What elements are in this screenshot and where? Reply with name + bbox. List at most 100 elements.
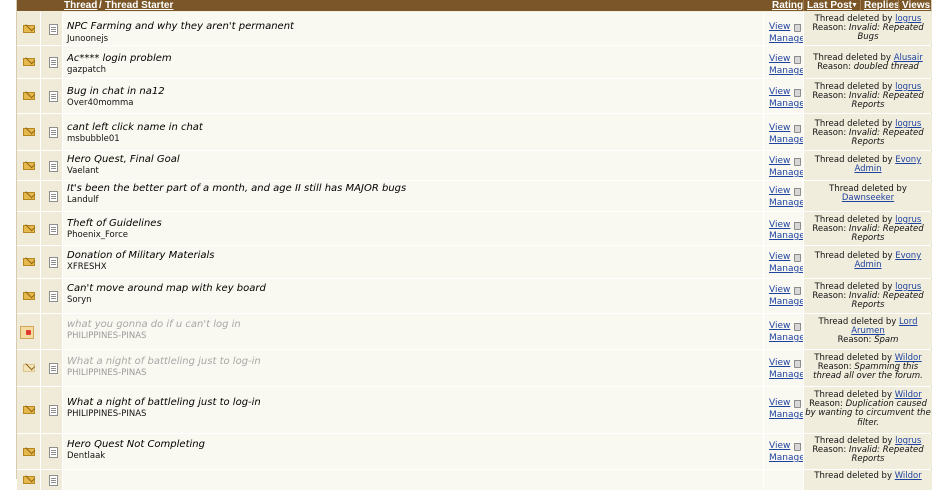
view-link[interactable]: View (769, 22, 790, 32)
thread-starter-name[interactable]: PHILIPPINES-PINAS (67, 368, 146, 378)
thread-cell: Can't move around map with key board Sory… (62, 279, 764, 313)
view-link[interactable]: View (769, 87, 790, 97)
deleted-by-label: Thread deleted by (814, 471, 895, 481)
reason-text: Invalid: Repeated Reports (848, 128, 924, 148)
thread-starter-name[interactable]: Junoonejs (67, 34, 108, 44)
manage-link[interactable]: Manage (769, 135, 805, 145)
manage-link[interactable]: Manage (769, 333, 805, 343)
manage-link[interactable]: Manage (769, 297, 805, 307)
trash-icon[interactable] (794, 360, 801, 368)
thread-starter-name[interactable]: Landulf (67, 195, 98, 205)
table-row: Hero Quest Not Completing Dentlaak View Man… (17, 434, 932, 470)
document-icon (49, 91, 58, 102)
trash-icon[interactable] (794, 400, 801, 408)
view-link[interactable]: View (769, 156, 790, 166)
actions-cell: View Manage (763, 46, 805, 78)
sort-by-last-post-link[interactable]: Last Post (807, 0, 852, 11)
trash-icon[interactable] (794, 287, 801, 295)
thread-title-link[interactable]: Ac**** login problem (67, 53, 172, 64)
view-link[interactable]: View (769, 252, 790, 262)
sort-by-replies-link[interactable]: Replies (864, 0, 900, 11)
post-icon-cell (40, 434, 63, 469)
thread-title-link[interactable]: Bug in chat in na12 (67, 86, 165, 97)
trash-icon[interactable] (794, 24, 801, 32)
manage-link[interactable]: Manage (769, 453, 805, 463)
document-icon (49, 447, 58, 458)
thread-title-link[interactable]: Can't move around map with key board (67, 283, 266, 294)
thread-cell: Donation of Military Materials XFRESHX (62, 246, 764, 278)
manage-link[interactable]: Manage (769, 410, 805, 420)
view-link[interactable]: View (769, 186, 790, 196)
thread-starter-name[interactable]: Dentlaak (67, 451, 105, 461)
document-icon (49, 405, 58, 416)
thread-title-link[interactable]: What a night of battleling just to log-i… (67, 356, 261, 367)
thread-title-link[interactable]: what you gonna do if u can't log in (67, 319, 241, 330)
sort-by-thread-link[interactable]: Thread (64, 0, 97, 11)
deleted-by-user-link[interactable]: Wildor (895, 471, 922, 481)
thread-starter-name[interactable]: gazpatch (67, 65, 106, 75)
manage-link[interactable]: Manage (769, 231, 805, 241)
reason-text: Invalid: Repeated Bugs (848, 23, 924, 43)
document-icon (49, 363, 58, 374)
trash-icon[interactable] (794, 222, 801, 230)
envelope-icon (23, 476, 35, 484)
thread-cell: What a night of battleling just to log-i… (62, 350, 764, 386)
thread-cell: cant left click name in chat msbubble01 (62, 114, 764, 150)
manage-link[interactable]: Manage (769, 370, 805, 380)
thread-title-link[interactable]: Hero Quest, Final Goal (67, 154, 180, 165)
view-link[interactable]: View (769, 285, 790, 295)
sort-by-views-link[interactable]: Views (902, 0, 930, 11)
thread-title-link[interactable]: Theft of Guidelines (67, 218, 162, 229)
thread-title-link[interactable]: cant left click name in chat (67, 122, 203, 133)
trash-icon[interactable] (794, 254, 801, 262)
thread-title-link[interactable]: Donation of Military Materials (67, 250, 215, 261)
view-link[interactable]: View (769, 123, 790, 133)
deleted-info-cell: Thread deleted by Wildor Reason: Duplicat… (803, 387, 932, 433)
view-link[interactable]: View (769, 358, 790, 368)
manage-link[interactable]: Manage (769, 34, 805, 44)
document-icon (49, 475, 58, 486)
thread-starter-name[interactable]: Over40momma (67, 98, 134, 108)
actions-cell: View Manage (763, 279, 805, 313)
view-link[interactable]: View (769, 321, 790, 331)
manage-link[interactable]: Manage (769, 99, 805, 109)
deleted-info-cell: Thread deleted by Wildor (803, 470, 932, 490)
trash-icon[interactable] (794, 89, 801, 97)
thread-starter-name[interactable]: Phoenix_Force (67, 230, 128, 240)
sort-desc-icon[interactable]: ▼ (851, 0, 858, 11)
manage-link[interactable]: Manage (769, 198, 805, 208)
thread-starter-name[interactable]: PHILIPPINES-PINAS (67, 331, 146, 341)
deleted-info-cell: Thread deleted by logrus Reason: Invalid:… (803, 212, 932, 245)
thread-starter-name[interactable]: msbubble01 (67, 134, 120, 144)
trash-icon[interactable] (794, 443, 801, 451)
thread-title-link[interactable]: Hero Quest Not Completing (67, 439, 205, 450)
thread-starter-name[interactable]: XFRESHX (67, 262, 107, 272)
trash-icon[interactable] (794, 188, 801, 196)
thread-starter-name[interactable]: Vaelant (67, 166, 99, 176)
thread-cell (62, 470, 764, 490)
envelope-icon (23, 192, 35, 200)
trash-icon[interactable] (794, 323, 801, 331)
actions-cell: View Manage (763, 246, 805, 278)
trash-icon[interactable] (794, 125, 801, 133)
manage-link[interactable]: Manage (769, 66, 805, 76)
manage-link[interactable]: Manage (769, 168, 805, 178)
view-link[interactable]: View (769, 54, 790, 64)
table-row: Thread deleted by Wildor (17, 470, 932, 491)
trash-icon[interactable] (794, 56, 801, 64)
deletion-notice: Thread deleted by logrus Reason: Invalid:… (804, 82, 932, 111)
thread-title-link[interactable]: It's been the better part of a month, an… (67, 183, 406, 194)
sort-by-rating-link[interactable]: Rating (772, 0, 803, 11)
thread-starter-name[interactable]: Soryn (67, 295, 92, 305)
deleted-by-user-link[interactable]: Dawnseeker (842, 193, 894, 203)
thread-title-link[interactable]: What a night of battleling just to log-i… (67, 397, 261, 408)
thread-title-link[interactable]: NPC Farming and why they aren't permanen… (67, 21, 294, 32)
view-link[interactable]: View (769, 220, 790, 230)
status-cell (17, 279, 40, 313)
view-link[interactable]: View (769, 398, 790, 408)
trash-icon[interactable] (794, 158, 801, 166)
thread-starter-name[interactable]: PHILIPPINES-PINAS (67, 409, 146, 419)
sort-by-thread-starter-link[interactable]: Thread Starter (105, 0, 173, 11)
manage-link[interactable]: Manage (769, 264, 805, 274)
view-link[interactable]: View (769, 441, 790, 451)
